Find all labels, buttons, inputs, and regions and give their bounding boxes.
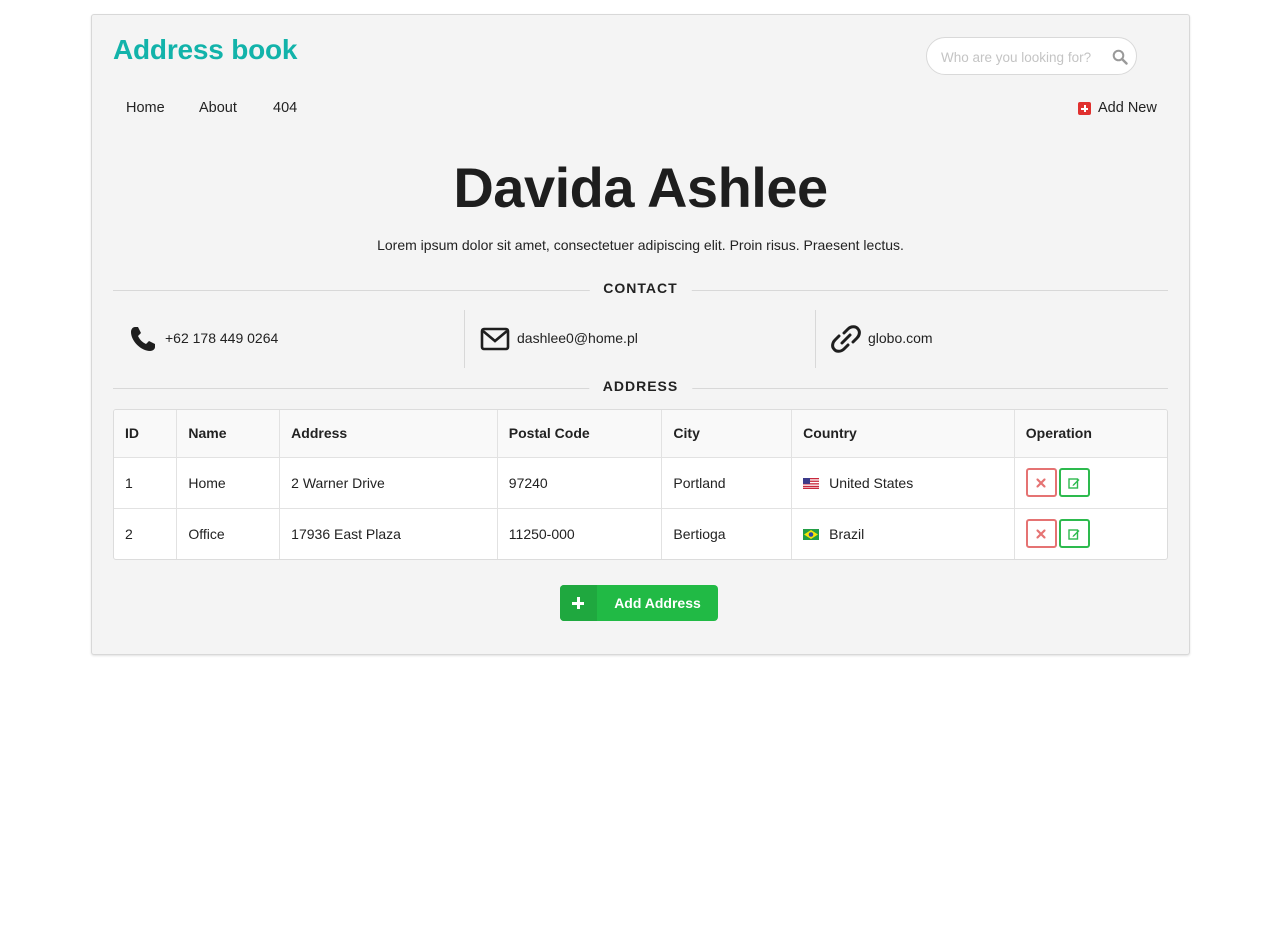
add-address-label: Add Address: [614, 595, 701, 611]
cell-id: 2: [114, 508, 178, 559]
us-flag-icon: [803, 477, 820, 489]
cell-address: 17936 East Plaza: [279, 508, 498, 559]
nav-item-home[interactable]: Home: [126, 100, 165, 116]
table-row: 1 Home 2 Warner Drive 97240 Portland Uni…: [114, 457, 1167, 508]
address-table: ID Name Address Postal Code City Country…: [114, 410, 1167, 559]
column-header-address: Address: [279, 410, 498, 457]
address-section-header: ADDRESS: [113, 378, 1168, 398]
contact-website: globo.com: [815, 310, 1166, 368]
column-header-country: Country: [791, 410, 1015, 457]
add-new-label: Add New: [1098, 100, 1157, 116]
close-icon: [1036, 529, 1046, 539]
table-row: 2 Office 17936 East Plaza 11250-000 Bert…: [114, 508, 1167, 559]
cell-country: United States: [791, 457, 1015, 508]
contact-section-header: CONTACT: [113, 280, 1168, 300]
cell-name: Home: [176, 457, 281, 508]
person-description: Lorem ipsum dolor sit amet, consectetuer…: [377, 237, 904, 253]
column-header-operation: Operation: [1025, 425, 1092, 442]
cell-country: Brazil: [791, 508, 1015, 559]
link-icon: [831, 325, 861, 353]
edit-button[interactable]: [1058, 519, 1090, 549]
contact-website-value[interactable]: globo.com: [868, 330, 933, 346]
edit-icon: [1068, 529, 1080, 540]
column-header-postal-code: Postal Code: [497, 410, 663, 457]
cell-operation: [1014, 457, 1167, 508]
nav-item-about[interactable]: About: [199, 100, 237, 116]
person-name: Davida Ashlee: [453, 156, 828, 219]
add-address-button[interactable]: Add Address: [560, 585, 718, 621]
contact-email: dashlee0@home.pl: [464, 310, 815, 368]
br-flag-icon: [803, 528, 820, 540]
address-book-card: Address book Home About 404 Add New Davi…: [91, 14, 1190, 655]
cell-country-name: United States: [829, 474, 914, 491]
plus-icon: [560, 585, 597, 621]
brand-title[interactable]: Address book: [113, 34, 298, 66]
table-header-row: ID Name Address Postal Code City Country…: [114, 410, 1167, 457]
delete-button[interactable]: [1025, 468, 1057, 497]
column-header-city: City: [661, 410, 793, 457]
cell-address: 2 Warner Drive: [279, 457, 498, 508]
cell-id: 1: [114, 457, 178, 508]
cell-postal-code: 97240: [497, 457, 663, 508]
column-header-id: ID: [114, 410, 178, 457]
contact-phone-value: +62 178 449 0264: [165, 330, 279, 346]
search-input[interactable]: [941, 47, 1101, 67]
cell-city: Bertioga: [661, 508, 793, 559]
envelope-icon: [480, 327, 510, 351]
plus-square-icon: [1078, 102, 1091, 115]
address-section-title: ADDRESS: [588, 378, 693, 394]
phone-icon: [131, 327, 155, 351]
delete-button[interactable]: [1025, 519, 1057, 549]
contact-list: +62 178 449 0264 dashlee0@home.pl globo.…: [113, 310, 1168, 368]
close-icon: [1036, 478, 1046, 487]
contact-section-title: CONTACT: [589, 280, 692, 296]
search-icon[interactable]: [1112, 49, 1128, 65]
cell-city: Portland: [661, 457, 793, 508]
contact-email-value[interactable]: dashlee0@home.pl: [517, 330, 638, 346]
column-header-name: Name: [176, 410, 281, 457]
cell-postal-code: 11250-000: [497, 508, 663, 559]
cell-operation: [1014, 508, 1167, 559]
contact-phone: +62 178 449 0264: [113, 310, 464, 368]
address-table-container: ID Name Address Postal Code City Country…: [113, 409, 1168, 560]
cell-country-name: Brazil: [829, 525, 865, 542]
search-box: [926, 37, 1137, 75]
nav-item-404[interactable]: 404: [273, 100, 297, 116]
cell-name: Office: [176, 508, 281, 559]
edit-button[interactable]: [1058, 468, 1090, 497]
edit-icon: [1068, 477, 1080, 489]
